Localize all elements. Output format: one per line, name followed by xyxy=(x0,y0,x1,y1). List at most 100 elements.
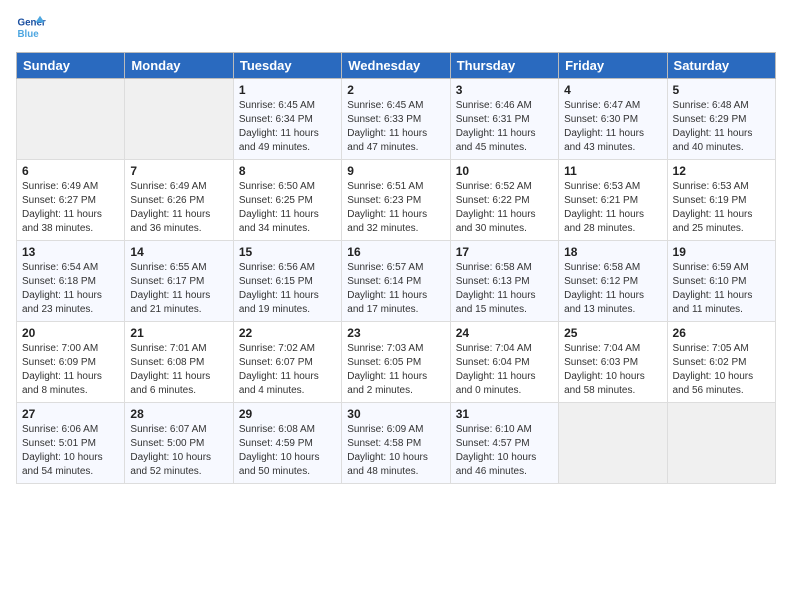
day-number: 30 xyxy=(347,407,444,421)
calendar-cell: 10Sunrise: 6:52 AM Sunset: 6:22 PM Dayli… xyxy=(450,160,558,241)
day-number: 28 xyxy=(130,407,227,421)
calendar-cell: 7 Sunrise: 6:49 AM Sunset: 6:26 PM Daylig… xyxy=(125,160,233,241)
calendar-cell: 28 Sunrise: 6:07 AM Sunset: 5:00 PM Dayli… xyxy=(125,403,233,484)
day-header-wednesday: Wednesday xyxy=(342,53,450,79)
calendar-cell: 11 Sunrise: 6:53 AM Sunset: 6:21 PM Dayli… xyxy=(559,160,667,241)
calendar-cell: 3 Sunrise: 6:46 AM Sunset: 6:31 PM Daylig… xyxy=(450,79,558,160)
day-info: Sunrise: 7:00 AM Sunset: 6:09 PM Dayligh… xyxy=(22,342,119,398)
calendar-cell: 18 Sunrise: 6:58 AM Sunset: 6:12 PM Dayli… xyxy=(559,241,667,322)
day-info: Sunrise: 7:01 AM Sunset: 6:08 PM Dayligh… xyxy=(130,342,227,398)
day-info: Sunrise: 6:46 AM Sunset: 6:31 PM Dayligh… xyxy=(456,99,553,155)
day-info: Sunrise: 7:04 AM Sunset: 6:03 PM Dayligh… xyxy=(564,342,661,398)
day-number: 27 xyxy=(22,407,119,421)
calendar-cell: 15 Sunrise: 6:56 AM Sunset: 6:15 PM Dayli… xyxy=(233,241,341,322)
svg-text:Blue: Blue xyxy=(18,29,40,40)
day-info: Sunrise: 7:04 AM Sunset: 6:04 PM Dayligh… xyxy=(456,342,553,398)
day-info: Sunrise: 6:58 AM Sunset: 6:13 PM Dayligh… xyxy=(456,261,553,317)
calendar-page: General Blue SundayMondayTuesdayWednesda… xyxy=(0,0,792,612)
day-number: 20 xyxy=(22,326,119,340)
day-info: Sunrise: 6:53 AM Sunset: 6:19 PM Dayligh… xyxy=(673,180,770,236)
day-number: 15 xyxy=(239,245,336,259)
day-number: 5 xyxy=(673,83,770,97)
day-info: Sunrise: 6:07 AM Sunset: 5:00 PM Dayligh… xyxy=(130,423,227,479)
day-number: 13 xyxy=(22,245,119,259)
week-row-4: 20 Sunrise: 7:00 AM Sunset: 6:09 PM Dayli… xyxy=(17,322,776,403)
day-info: Sunrise: 6:09 AM Sunset: 4:58 PM Dayligh… xyxy=(347,423,444,479)
day-info: Sunrise: 7:02 AM Sunset: 6:07 PM Dayligh… xyxy=(239,342,336,398)
day-header-friday: Friday xyxy=(559,53,667,79)
calendar-cell xyxy=(17,79,125,160)
day-number: 6 xyxy=(22,164,119,178)
day-number: 24 xyxy=(456,326,553,340)
day-number: 12 xyxy=(673,164,770,178)
calendar-cell: 6 Sunrise: 6:49 AM Sunset: 6:27 PM Daylig… xyxy=(17,160,125,241)
logo: General Blue xyxy=(16,12,50,42)
day-info: Sunrise: 6:57 AM Sunset: 6:14 PM Dayligh… xyxy=(347,261,444,317)
calendar-cell: 12 Sunrise: 6:53 AM Sunset: 6:19 PM Dayli… xyxy=(667,160,775,241)
day-number: 16 xyxy=(347,245,444,259)
week-row-5: 27 Sunrise: 6:06 AM Sunset: 5:01 PM Dayli… xyxy=(17,403,776,484)
calendar-cell: 27 Sunrise: 6:06 AM Sunset: 5:01 PM Dayli… xyxy=(17,403,125,484)
day-info: Sunrise: 6:52 AM Sunset: 6:22 PM Dayligh… xyxy=(456,180,553,236)
day-info: Sunrise: 6:49 AM Sunset: 6:27 PM Dayligh… xyxy=(22,180,119,236)
calendar-cell: 21 Sunrise: 7:01 AM Sunset: 6:08 PM Dayli… xyxy=(125,322,233,403)
day-info: Sunrise: 6:47 AM Sunset: 6:30 PM Dayligh… xyxy=(564,99,661,155)
days-header-row: SundayMondayTuesdayWednesdayThursdayFrid… xyxy=(17,53,776,79)
calendar-cell: 4 Sunrise: 6:47 AM Sunset: 6:30 PM Daylig… xyxy=(559,79,667,160)
day-info: Sunrise: 6:53 AM Sunset: 6:21 PM Dayligh… xyxy=(564,180,661,236)
day-number: 22 xyxy=(239,326,336,340)
day-info: Sunrise: 7:05 AM Sunset: 6:02 PM Dayligh… xyxy=(673,342,770,398)
day-header-thursday: Thursday xyxy=(450,53,558,79)
day-number: 9 xyxy=(347,164,444,178)
day-number: 4 xyxy=(564,83,661,97)
calendar-cell: 22 Sunrise: 7:02 AM Sunset: 6:07 PM Dayli… xyxy=(233,322,341,403)
calendar-cell: 8Sunrise: 6:50 AM Sunset: 6:25 PM Daylig… xyxy=(233,160,341,241)
day-header-tuesday: Tuesday xyxy=(233,53,341,79)
day-number: 18 xyxy=(564,245,661,259)
calendar-cell: 20 Sunrise: 7:00 AM Sunset: 6:09 PM Dayli… xyxy=(17,322,125,403)
day-header-saturday: Saturday xyxy=(667,53,775,79)
day-header-monday: Monday xyxy=(125,53,233,79)
day-info: Sunrise: 6:49 AM Sunset: 6:26 PM Dayligh… xyxy=(130,180,227,236)
week-row-3: 13Sunrise: 6:54 AM Sunset: 6:18 PM Dayli… xyxy=(17,241,776,322)
week-row-2: 6 Sunrise: 6:49 AM Sunset: 6:27 PM Daylig… xyxy=(17,160,776,241)
calendar-cell xyxy=(667,403,775,484)
day-number: 8 xyxy=(239,164,336,178)
logo-icon: General Blue xyxy=(16,12,46,42)
calendar-cell: 16 Sunrise: 6:57 AM Sunset: 6:14 PM Dayli… xyxy=(342,241,450,322)
calendar-cell: 26 Sunrise: 7:05 AM Sunset: 6:02 PM Dayli… xyxy=(667,322,775,403)
page-header: General Blue xyxy=(16,12,776,42)
calendar-cell xyxy=(559,403,667,484)
calendar-cell: 17Sunrise: 6:58 AM Sunset: 6:13 PM Dayli… xyxy=(450,241,558,322)
day-number: 3 xyxy=(456,83,553,97)
day-number: 2 xyxy=(347,83,444,97)
day-number: 25 xyxy=(564,326,661,340)
calendar-cell: 1Sunrise: 6:45 AM Sunset: 6:34 PM Daylig… xyxy=(233,79,341,160)
calendar-cell: 25 Sunrise: 7:04 AM Sunset: 6:03 PM Dayli… xyxy=(559,322,667,403)
calendar-cell: 24 Sunrise: 7:04 AM Sunset: 6:04 PM Dayli… xyxy=(450,322,558,403)
day-info: Sunrise: 6:06 AM Sunset: 5:01 PM Dayligh… xyxy=(22,423,119,479)
day-info: Sunrise: 6:48 AM Sunset: 6:29 PM Dayligh… xyxy=(673,99,770,155)
calendar-cell: 5 Sunrise: 6:48 AM Sunset: 6:29 PM Daylig… xyxy=(667,79,775,160)
calendar-cell: 23 Sunrise: 7:03 AM Sunset: 6:05 PM Dayli… xyxy=(342,322,450,403)
day-info: Sunrise: 6:58 AM Sunset: 6:12 PM Dayligh… xyxy=(564,261,661,317)
day-number: 14 xyxy=(130,245,227,259)
day-info: Sunrise: 6:56 AM Sunset: 6:15 PM Dayligh… xyxy=(239,261,336,317)
calendar-cell: 31Sunrise: 6:10 AM Sunset: 4:57 PM Dayli… xyxy=(450,403,558,484)
week-row-1: 1Sunrise: 6:45 AM Sunset: 6:34 PM Daylig… xyxy=(17,79,776,160)
day-number: 11 xyxy=(564,164,661,178)
day-number: 23 xyxy=(347,326,444,340)
calendar-cell: 13Sunrise: 6:54 AM Sunset: 6:18 PM Dayli… xyxy=(17,241,125,322)
calendar-cell xyxy=(125,79,233,160)
day-header-sunday: Sunday xyxy=(17,53,125,79)
day-info: Sunrise: 6:10 AM Sunset: 4:57 PM Dayligh… xyxy=(456,423,553,479)
day-info: Sunrise: 6:45 AM Sunset: 6:33 PM Dayligh… xyxy=(347,99,444,155)
day-number: 21 xyxy=(130,326,227,340)
day-number: 7 xyxy=(130,164,227,178)
calendar-cell: 2 Sunrise: 6:45 AM Sunset: 6:33 PM Daylig… xyxy=(342,79,450,160)
day-info: Sunrise: 7:03 AM Sunset: 6:05 PM Dayligh… xyxy=(347,342,444,398)
calendar-cell: 14 Sunrise: 6:55 AM Sunset: 6:17 PM Dayli… xyxy=(125,241,233,322)
day-number: 26 xyxy=(673,326,770,340)
day-info: Sunrise: 6:55 AM Sunset: 6:17 PM Dayligh… xyxy=(130,261,227,317)
day-info: Sunrise: 6:59 AM Sunset: 6:10 PM Dayligh… xyxy=(673,261,770,317)
